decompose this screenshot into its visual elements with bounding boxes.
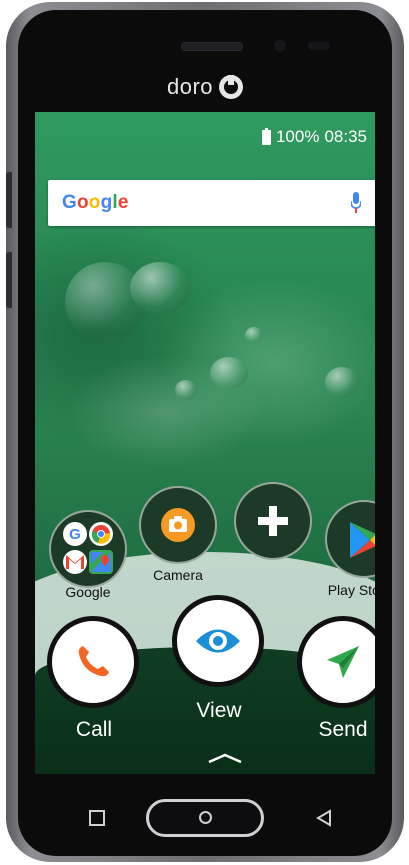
app-label-camera: Camera: [153, 567, 203, 583]
earpiece: [181, 42, 243, 51]
wallpaper-droplet: [210, 357, 248, 389]
home-button[interactable]: [146, 799, 264, 837]
chevron-up-icon[interactable]: [205, 752, 245, 764]
call-label: Call: [75, 718, 113, 741]
wallpaper-droplet: [245, 327, 263, 343]
google-icon: G: [63, 522, 87, 546]
power-button: [6, 252, 12, 308]
eye-icon: [196, 629, 240, 653]
call-button[interactable]: [47, 616, 139, 708]
gmail-icon: [63, 550, 87, 574]
app-camera[interactable]: [139, 486, 217, 564]
chrome-icon: [89, 522, 113, 546]
send-icon: [327, 646, 359, 678]
phone-face: doro 100% 08:35 Google G Google Camera P…: [18, 10, 392, 856]
brand-name: doro: [166, 74, 214, 99]
google-search-bar[interactable]: Google: [48, 180, 375, 226]
volume-button: [6, 172, 12, 228]
home-icon: [199, 811, 212, 824]
maps-icon: [89, 550, 113, 574]
navigation-bar: [18, 785, 392, 856]
add-icon: [258, 506, 288, 536]
clock: 08:35: [324, 127, 367, 146]
wallpaper-droplet: [325, 367, 359, 397]
status-bar: 100% 08:35: [261, 127, 367, 147]
app-label-play-store: Play Store: [327, 582, 375, 598]
phone-icon: [78, 646, 109, 677]
recent-apps-icon[interactable]: [89, 810, 105, 826]
phone-frame: doro 100% 08:35 Google G Google Camera P…: [6, 2, 404, 862]
battery-percent: 100%: [275, 127, 320, 146]
view-button[interactable]: [172, 595, 264, 687]
app-add-shortcut[interactable]: [234, 482, 312, 560]
wallpaper-droplet: [65, 262, 145, 342]
back-icon[interactable]: [314, 808, 334, 828]
play-store-icon: [350, 522, 375, 558]
doro-logo-icon: [219, 75, 244, 99]
brand-logo: doro: [18, 72, 392, 102]
camera-icon: [161, 508, 195, 542]
microphone-icon[interactable]: [351, 192, 361, 214]
home-screen[interactable]: 100% 08:35 Google G Google Camera Play S…: [35, 112, 375, 774]
wallpaper-droplet: [175, 380, 197, 400]
send-label: Send: [318, 718, 368, 741]
app-google-folder[interactable]: G: [49, 510, 127, 588]
battery-icon: [261, 127, 271, 145]
app-label-google: Google: [65, 584, 111, 600]
front-camera: [274, 40, 286, 52]
google-logo: Google: [62, 192, 129, 213]
proximity-sensor: [308, 42, 330, 50]
view-label: View: [196, 699, 242, 722]
